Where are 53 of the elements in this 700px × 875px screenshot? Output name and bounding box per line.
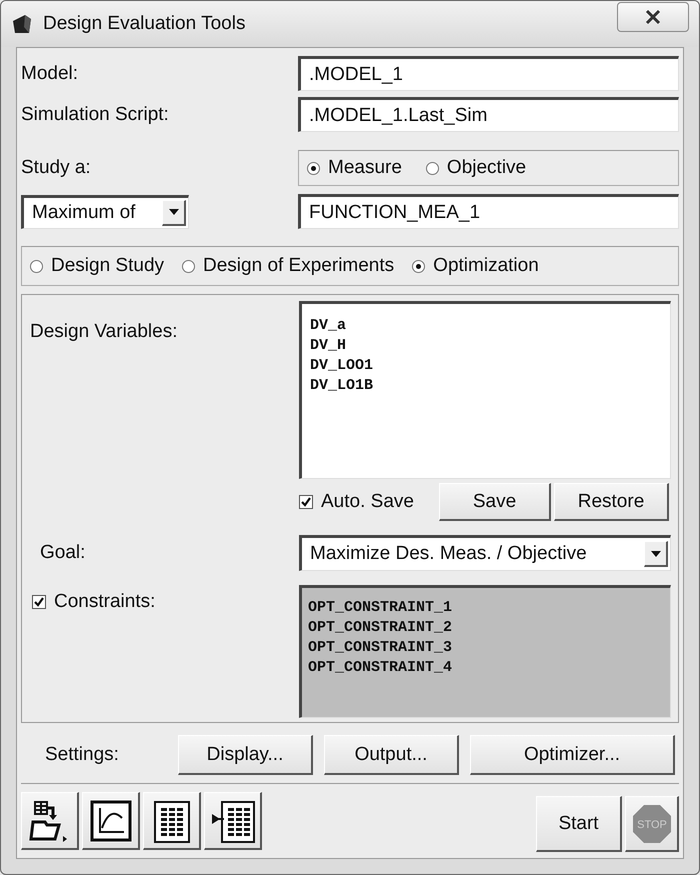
radio-label: Objective [446, 157, 526, 179]
list-item[interactable]: DV_LOO1 [310, 356, 662, 376]
checkbox-label: Constraints: [54, 591, 156, 613]
radio-label: Design of Experiments [203, 255, 394, 277]
optimizer-button[interactable]: Optimizer... [470, 735, 675, 775]
goal-dropdown[interactable]: Maximize Des. Meas. / Objective [299, 535, 671, 571]
radio-button[interactable] [412, 260, 426, 272]
list-item[interactable]: OPT_CONSTRAINT_1 [308, 598, 664, 618]
list-item[interactable]: DV_LO1B [310, 376, 662, 396]
stop-sign-icon: STOP [632, 804, 672, 844]
list-item[interactable]: OPT_CONSTRAINT_3 [308, 638, 664, 658]
line-chart-button[interactable] [82, 792, 140, 850]
constraints-list[interactable]: OPT_CONSTRAINT_1 OPT_CONSTRAINT_2 OPT_CONSTRAINT_3 OPT_CONSTRAINT_4 [299, 585, 671, 718]
list-item[interactable]: OPT_CONSTRAINT_4 [308, 658, 664, 678]
script-field[interactable]: .MODEL_1.Last_Sim [298, 97, 679, 132]
field-label: Goal: [39, 542, 86, 564]
dropdown-arrow-icon [650, 550, 660, 556]
radio-button[interactable] [30, 260, 43, 272]
field-label: Model: [21, 62, 80, 84]
dropdown[interactable]: Maximum of [21, 194, 189, 228]
restore-button[interactable]: Restore [554, 483, 669, 521]
variables-list[interactable]: DV_a DV_H DV_LOO1 DV_LO1B [299, 301, 671, 479]
output-button[interactable]: Output... [324, 735, 459, 775]
model-field[interactable]: .MODEL_1 [298, 56, 679, 91]
settings-label: Settings: [44, 744, 120, 766]
start-button[interactable]: Start [536, 796, 622, 852]
radio-label: Design Study [51, 255, 164, 277]
radio-button[interactable] [307, 162, 320, 174]
list-item[interactable]: DV_H [310, 336, 662, 356]
display-button[interactable]: Display... [178, 735, 313, 775]
radio-label: Optimization [433, 255, 539, 277]
list-item[interactable]: OPT_CONSTRAINT_2 [308, 618, 664, 638]
radio-button[interactable] [426, 162, 439, 174]
radio-button[interactable] [182, 260, 196, 272]
checkbox-label: Auto. Save [321, 491, 414, 513]
import-file-button[interactable] [21, 792, 79, 850]
window-title: Design Evaluation Tools [43, 13, 246, 35]
dropdown-arrow-icon [168, 209, 178, 215]
checkbox[interactable] [299, 495, 313, 509]
line-chart-icon [88, 798, 134, 844]
measure-field[interactable]: FUNCTION_MEA_1 [298, 194, 679, 229]
table-button[interactable] [143, 792, 201, 850]
table-arrow-button[interactable] [204, 792, 262, 850]
field-label: Simulation Script: [21, 104, 170, 126]
app-logo-icon [11, 13, 33, 35]
list-item[interactable]: DV_a [310, 316, 662, 336]
save-button[interactable]: Save [439, 483, 551, 521]
close-button[interactable] [617, 2, 689, 32]
field-label: Study a: [21, 157, 92, 179]
checkbox[interactable] [32, 595, 46, 609]
field-label: Design Variables: [30, 321, 179, 343]
close-icon [644, 9, 662, 25]
radio-label: Measure [328, 157, 402, 179]
